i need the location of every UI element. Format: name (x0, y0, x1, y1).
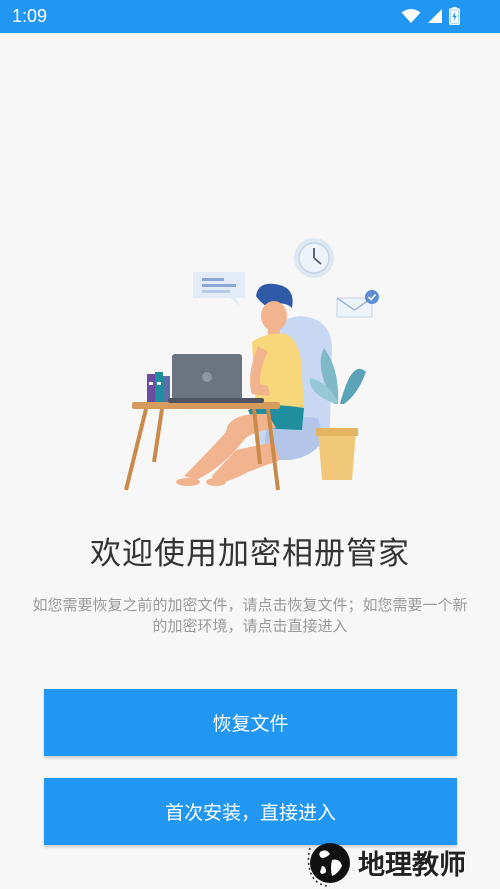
restore-files-button[interactable]: 恢复文件 (44, 689, 457, 756)
wifi-icon (401, 9, 421, 23)
status-icons (401, 6, 460, 26)
clock-icon (294, 238, 334, 278)
globe-logo-icon (307, 843, 350, 887)
watermark-text: 地理教师 (358, 849, 466, 881)
watermark: 地理教师 (300, 835, 500, 889)
welcome-description: 如您需要恢复之前的加密文件，请点击恢复文件；如您需要一个新的加密环境，请点击直接… (32, 596, 468, 635)
welcome-illustration (118, 236, 388, 494)
signal-icon (428, 9, 442, 23)
envelope-icon (336, 290, 379, 318)
battery-charging-icon (449, 7, 460, 25)
books-icon (147, 372, 170, 402)
status-time: 1:09 (12, 6, 48, 26)
chat-bubble-icon (193, 272, 245, 306)
status-bar: 1:09 (0, 0, 500, 33)
laptop-icon (168, 354, 264, 403)
welcome-title: 欢迎使用加密相册管家 (90, 536, 410, 572)
